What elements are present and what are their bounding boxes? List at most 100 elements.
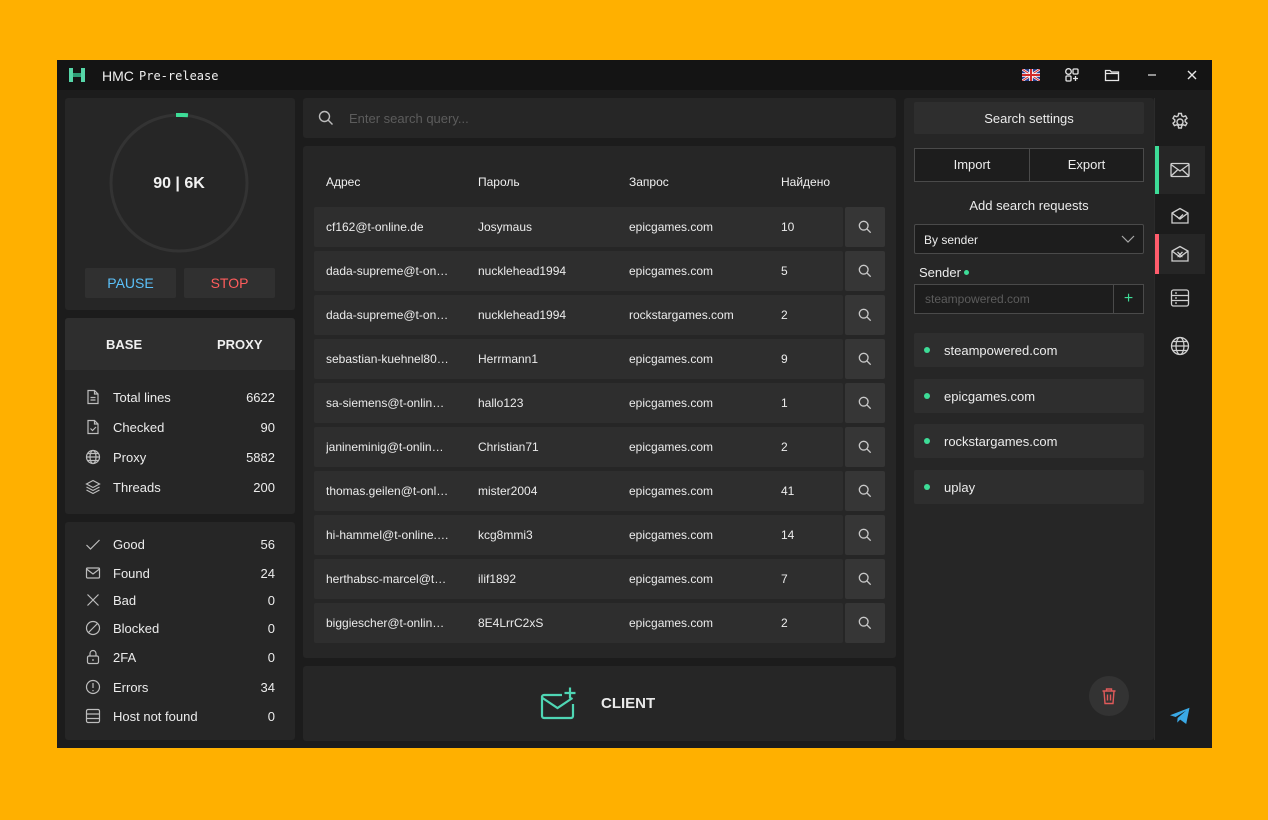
sidebar-database[interactable] xyxy=(1155,278,1205,318)
app-window: HMC Pre-release 90 | 6K PAUSE STOP BASE … xyxy=(57,60,1212,748)
stop-button[interactable]: STOP xyxy=(184,268,275,298)
cell-address: hi-hammel@t-online.de xyxy=(326,528,450,542)
column-header-address[interactable]: Адрес xyxy=(326,175,360,189)
client-button[interactable]: CLIENT xyxy=(303,666,896,741)
app-logo-icon xyxy=(69,68,85,82)
cell-address: thomas.geilen@t-online.de xyxy=(326,484,450,498)
file-check-icon xyxy=(87,419,99,435)
column-header-found[interactable]: Найдено xyxy=(781,175,830,189)
cell-found: 7 xyxy=(781,572,788,586)
mail-icon xyxy=(85,567,101,579)
table-row[interactable]: biggiescher@t-online.de 8E4LrrC2xS epicgam… xyxy=(314,603,885,643)
cell-found: 10 xyxy=(781,220,795,234)
cell-address: janineminig@t-online.de xyxy=(326,440,450,454)
add-requests-title: Add search requests xyxy=(969,198,1089,213)
column-header-password[interactable]: Пароль xyxy=(478,175,520,189)
row-search-button[interactable] xyxy=(845,383,885,423)
mode-select-value: By sender xyxy=(924,233,979,247)
search-icon xyxy=(858,528,872,542)
search-icon xyxy=(858,308,872,322)
request-item[interactable]: rockstargames.com xyxy=(914,424,1144,458)
mode-select[interactable]: By sender xyxy=(914,224,1144,254)
cell-address: biggiescher@t-online.de xyxy=(326,616,450,630)
column-header-query[interactable]: Запрос xyxy=(629,175,669,189)
cell-query: epicgames.com xyxy=(629,616,714,630)
sidebar-mail[interactable] xyxy=(1155,146,1205,194)
alert-icon xyxy=(85,679,101,695)
stat-checked: Checked 90 xyxy=(85,418,275,438)
sender-input[interactable] xyxy=(914,284,1114,314)
mail-x-icon xyxy=(1171,245,1189,262)
bad-indicator xyxy=(1155,234,1159,274)
row-search-button[interactable] xyxy=(845,515,885,555)
settings-title-box: Search settings xyxy=(914,102,1144,134)
sidebar-proxy[interactable] xyxy=(1155,326,1205,366)
row-search-button[interactable] xyxy=(845,559,885,599)
pause-button[interactable]: PAUSE xyxy=(85,268,176,298)
table-row[interactable]: cf162@t-online.de Josymaus epicgames.com 10 xyxy=(314,207,885,247)
telegram-icon xyxy=(1170,707,1190,724)
check-icon xyxy=(86,539,100,550)
request-item[interactable]: steampowered.com xyxy=(914,333,1144,367)
settings-title: Search settings xyxy=(984,111,1074,126)
cell-found: 5 xyxy=(781,264,788,278)
cell-password: hallo123 xyxy=(478,396,524,410)
search-icon xyxy=(858,572,872,586)
file-icon xyxy=(87,389,99,405)
minimize-icon[interactable] xyxy=(1142,66,1162,84)
sidebar-mail-good[interactable] xyxy=(1155,196,1205,236)
row-search-button[interactable] xyxy=(845,471,885,511)
apps-icon[interactable] xyxy=(1062,66,1082,84)
uk-flag-icon[interactable] xyxy=(1021,66,1041,84)
table-row[interactable]: herthabsc-marcel@t-online.de ilif1892 epic… xyxy=(314,559,885,599)
search-bar xyxy=(303,98,896,138)
table-row[interactable]: hi-hammel@t-online.de kcg8mmi3 epicgames.c… xyxy=(314,515,885,555)
client-label: CLIENT xyxy=(601,695,656,712)
tab-proxy[interactable]: PROXY xyxy=(217,337,263,352)
globe-icon xyxy=(85,449,101,465)
search-icon xyxy=(858,440,872,454)
search-icon xyxy=(858,352,872,366)
cell-query: epicgames.com xyxy=(629,396,714,410)
search-icon xyxy=(858,616,872,630)
cell-address: herthabsc-marcel@t-online.de xyxy=(326,572,450,586)
row-search-button[interactable] xyxy=(845,427,885,467)
add-sender-button[interactable]: + xyxy=(1113,284,1144,314)
right-sidebar xyxy=(1154,98,1205,740)
sidebar-settings[interactable] xyxy=(1155,102,1205,142)
import-button[interactable]: Import xyxy=(914,148,1030,182)
cell-found: 2 xyxy=(781,440,788,454)
status-dot xyxy=(924,438,930,444)
delete-button[interactable] xyxy=(1089,676,1129,716)
table-row[interactable]: dada-supreme@t-online.de nucklehead1994 ro… xyxy=(314,295,885,335)
export-button[interactable]: Export xyxy=(1029,148,1144,182)
cell-address: dada-supreme@t-online.de xyxy=(326,308,450,322)
search-icon xyxy=(318,110,333,125)
table-row[interactable]: sa-siemens@t-online.de hallo123 epicgames.… xyxy=(314,383,885,423)
row-search-button[interactable] xyxy=(845,251,885,291)
table-row[interactable]: janineminig@t-online.de Christian71 epicga… xyxy=(314,427,885,467)
cell-address: sebastian-kuehnel80@t-online.de xyxy=(326,352,450,366)
row-search-button[interactable] xyxy=(845,339,885,379)
status-dot xyxy=(924,347,930,353)
search-input[interactable] xyxy=(349,106,889,130)
folder-icon[interactable] xyxy=(1102,66,1122,84)
table-row[interactable]: sebastian-kuehnel80@t-online.de Herrmann1… xyxy=(314,339,885,379)
title-bar: HMC Pre-release xyxy=(57,60,1212,90)
cell-password: nucklehead1994 xyxy=(478,308,567,322)
sidebar-telegram[interactable] xyxy=(1155,696,1205,736)
request-item[interactable]: uplay xyxy=(914,470,1144,504)
close-icon[interactable] xyxy=(1182,66,1202,84)
row-search-button[interactable] xyxy=(845,295,885,335)
tab-base[interactable]: BASE xyxy=(106,337,142,352)
table-row[interactable]: dada-supreme@t-online.de nucklehead1994 ep… xyxy=(314,251,885,291)
cell-query: rockstargames.com xyxy=(629,308,734,322)
row-search-button[interactable] xyxy=(845,207,885,247)
cell-found: 2 xyxy=(781,616,788,630)
request-item[interactable]: epicgames.com xyxy=(914,379,1144,413)
row-search-button[interactable] xyxy=(845,603,885,643)
results-stats-panel: Good 56 Found 24 Bad 0 Blocked 0 2FA 0 E… xyxy=(65,522,295,740)
server-icon xyxy=(1170,289,1190,307)
sidebar-mail-bad[interactable] xyxy=(1155,234,1205,274)
table-row[interactable]: thomas.geilen@t-online.de mister2004 epicg… xyxy=(314,471,885,511)
